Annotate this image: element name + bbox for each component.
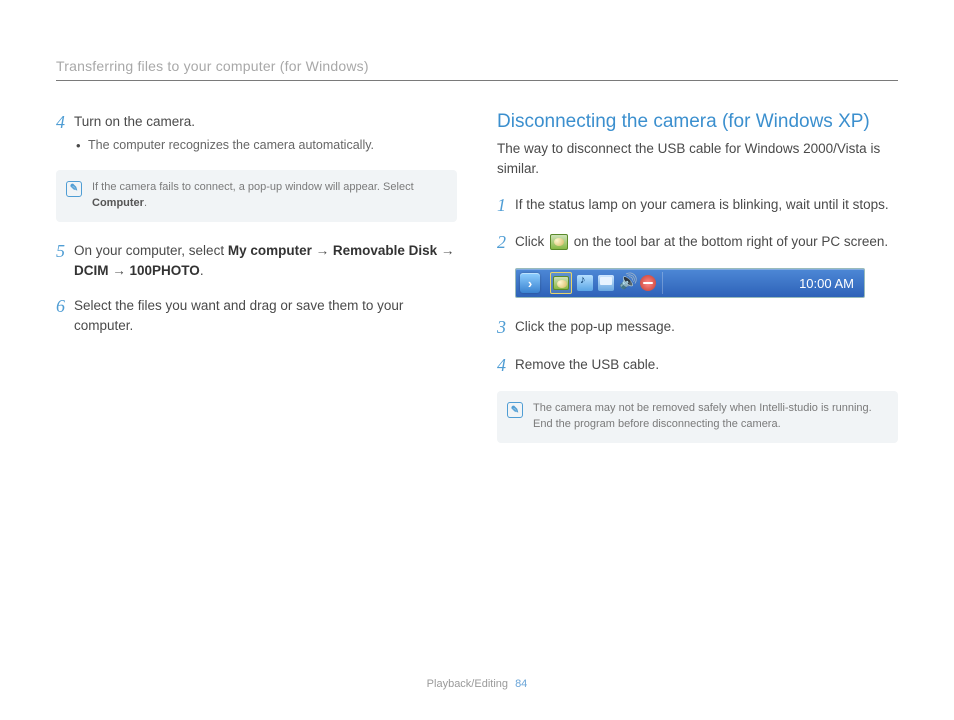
note-icon: ✎	[507, 402, 523, 418]
left-column: 4 Turn on the camera. • The computer rec…	[56, 111, 457, 461]
step-text: Select the files you want and drag or sa…	[74, 295, 457, 337]
step-body: Turn on the camera. • The computer recog…	[74, 111, 374, 156]
section-subtitle: The way to disconnect the USB cable for …	[497, 139, 898, 180]
step-text: Remove the USB cable.	[515, 354, 659, 377]
taskbar-tray: 🔊	[546, 272, 656, 294]
step-number: 3	[497, 316, 515, 339]
step-5: 5 On your computer, select My computer →…	[56, 240, 457, 282]
note-icon: ✎	[66, 181, 82, 197]
page-footer: Playback/Editing 84	[0, 678, 954, 690]
path-my-computer: My computer	[228, 243, 312, 258]
note-box-2: ✎ The camera may not be removed safely w…	[497, 391, 898, 443]
content-columns: 4 Turn on the camera. • The computer rec…	[56, 111, 898, 461]
note-text: The camera may not be removed safely whe…	[533, 401, 886, 433]
step-body: On your computer, select My computer → R…	[74, 240, 457, 282]
step-number: 2	[497, 231, 515, 254]
t: Click	[515, 234, 548, 249]
tray-alert-icon	[640, 275, 656, 291]
step-number: 6	[56, 295, 74, 337]
t: .	[200, 263, 204, 278]
r-step-3: 3 Click the pop-up message.	[497, 316, 898, 339]
note-box-1: ✎ If the camera fails to connect, a pop-…	[56, 170, 457, 222]
step-number: 4	[497, 354, 515, 377]
right-column: Disconnecting the camera (for Windows XP…	[497, 111, 898, 461]
footer-section: Playback/Editing	[427, 678, 508, 690]
tray-safely-remove-icon	[553, 276, 569, 290]
path-100photo: 100PHOTO	[130, 263, 200, 278]
path-removable-disk: Removable Disk	[333, 243, 437, 258]
section-title: Disconnecting the camera (for Windows XP…	[497, 111, 898, 133]
page-header: Transferring files to your computer (for…	[56, 58, 898, 81]
step-6: 6 Select the files you want and drag or …	[56, 295, 457, 337]
t: on the tool bar at the bottom right of y…	[570, 234, 888, 249]
step-text: Turn on the camera.	[74, 112, 374, 132]
t: On your computer, select	[74, 243, 228, 258]
note-after: .	[144, 197, 147, 209]
arrow: →	[109, 263, 130, 278]
tray-music-icon	[577, 275, 593, 291]
taskbar-expand-icon: ›	[520, 273, 540, 293]
safely-remove-hardware-icon	[550, 234, 568, 250]
tray-volume-icon: 🔊	[619, 275, 635, 291]
note-bold: Computer	[92, 197, 144, 209]
r-step-2: 2 Click on the tool bar at the bottom ri…	[497, 231, 898, 254]
arrow: →	[437, 243, 454, 258]
taskbar-divider	[662, 272, 663, 294]
arrow: →	[312, 243, 333, 258]
step-body: Click on the tool bar at the bottom righ…	[515, 231, 888, 254]
bullet-row: • The computer recognizes the camera aut…	[76, 136, 374, 156]
windows-xp-taskbar: › 🔊 10:00 AM	[515, 268, 865, 298]
step-text: Click the pop-up message.	[515, 316, 675, 339]
tray-display-icon	[598, 275, 614, 291]
note-before: If the camera fails to connect, a pop-up…	[92, 181, 414, 193]
note-text: If the camera fails to connect, a pop-up…	[92, 180, 445, 212]
r-step-1: 1 If the status lamp on your camera is b…	[497, 194, 898, 217]
tray-selected	[550, 272, 572, 294]
path-dcim: DCIM	[74, 263, 109, 278]
bullet-text: The computer recognizes the camera autom…	[88, 136, 374, 156]
r-step-4: 4 Remove the USB cable.	[497, 354, 898, 377]
step-4: 4 Turn on the camera. • The computer rec…	[56, 111, 457, 156]
bullet-dot: •	[76, 136, 88, 156]
footer-page-number: 84	[515, 678, 527, 690]
step-number: 1	[497, 194, 515, 217]
step-number: 5	[56, 240, 74, 282]
taskbar-clock: 10:00 AM	[669, 276, 860, 291]
step-text: If the status lamp on your camera is bli…	[515, 194, 889, 217]
step-number: 4	[56, 111, 74, 156]
